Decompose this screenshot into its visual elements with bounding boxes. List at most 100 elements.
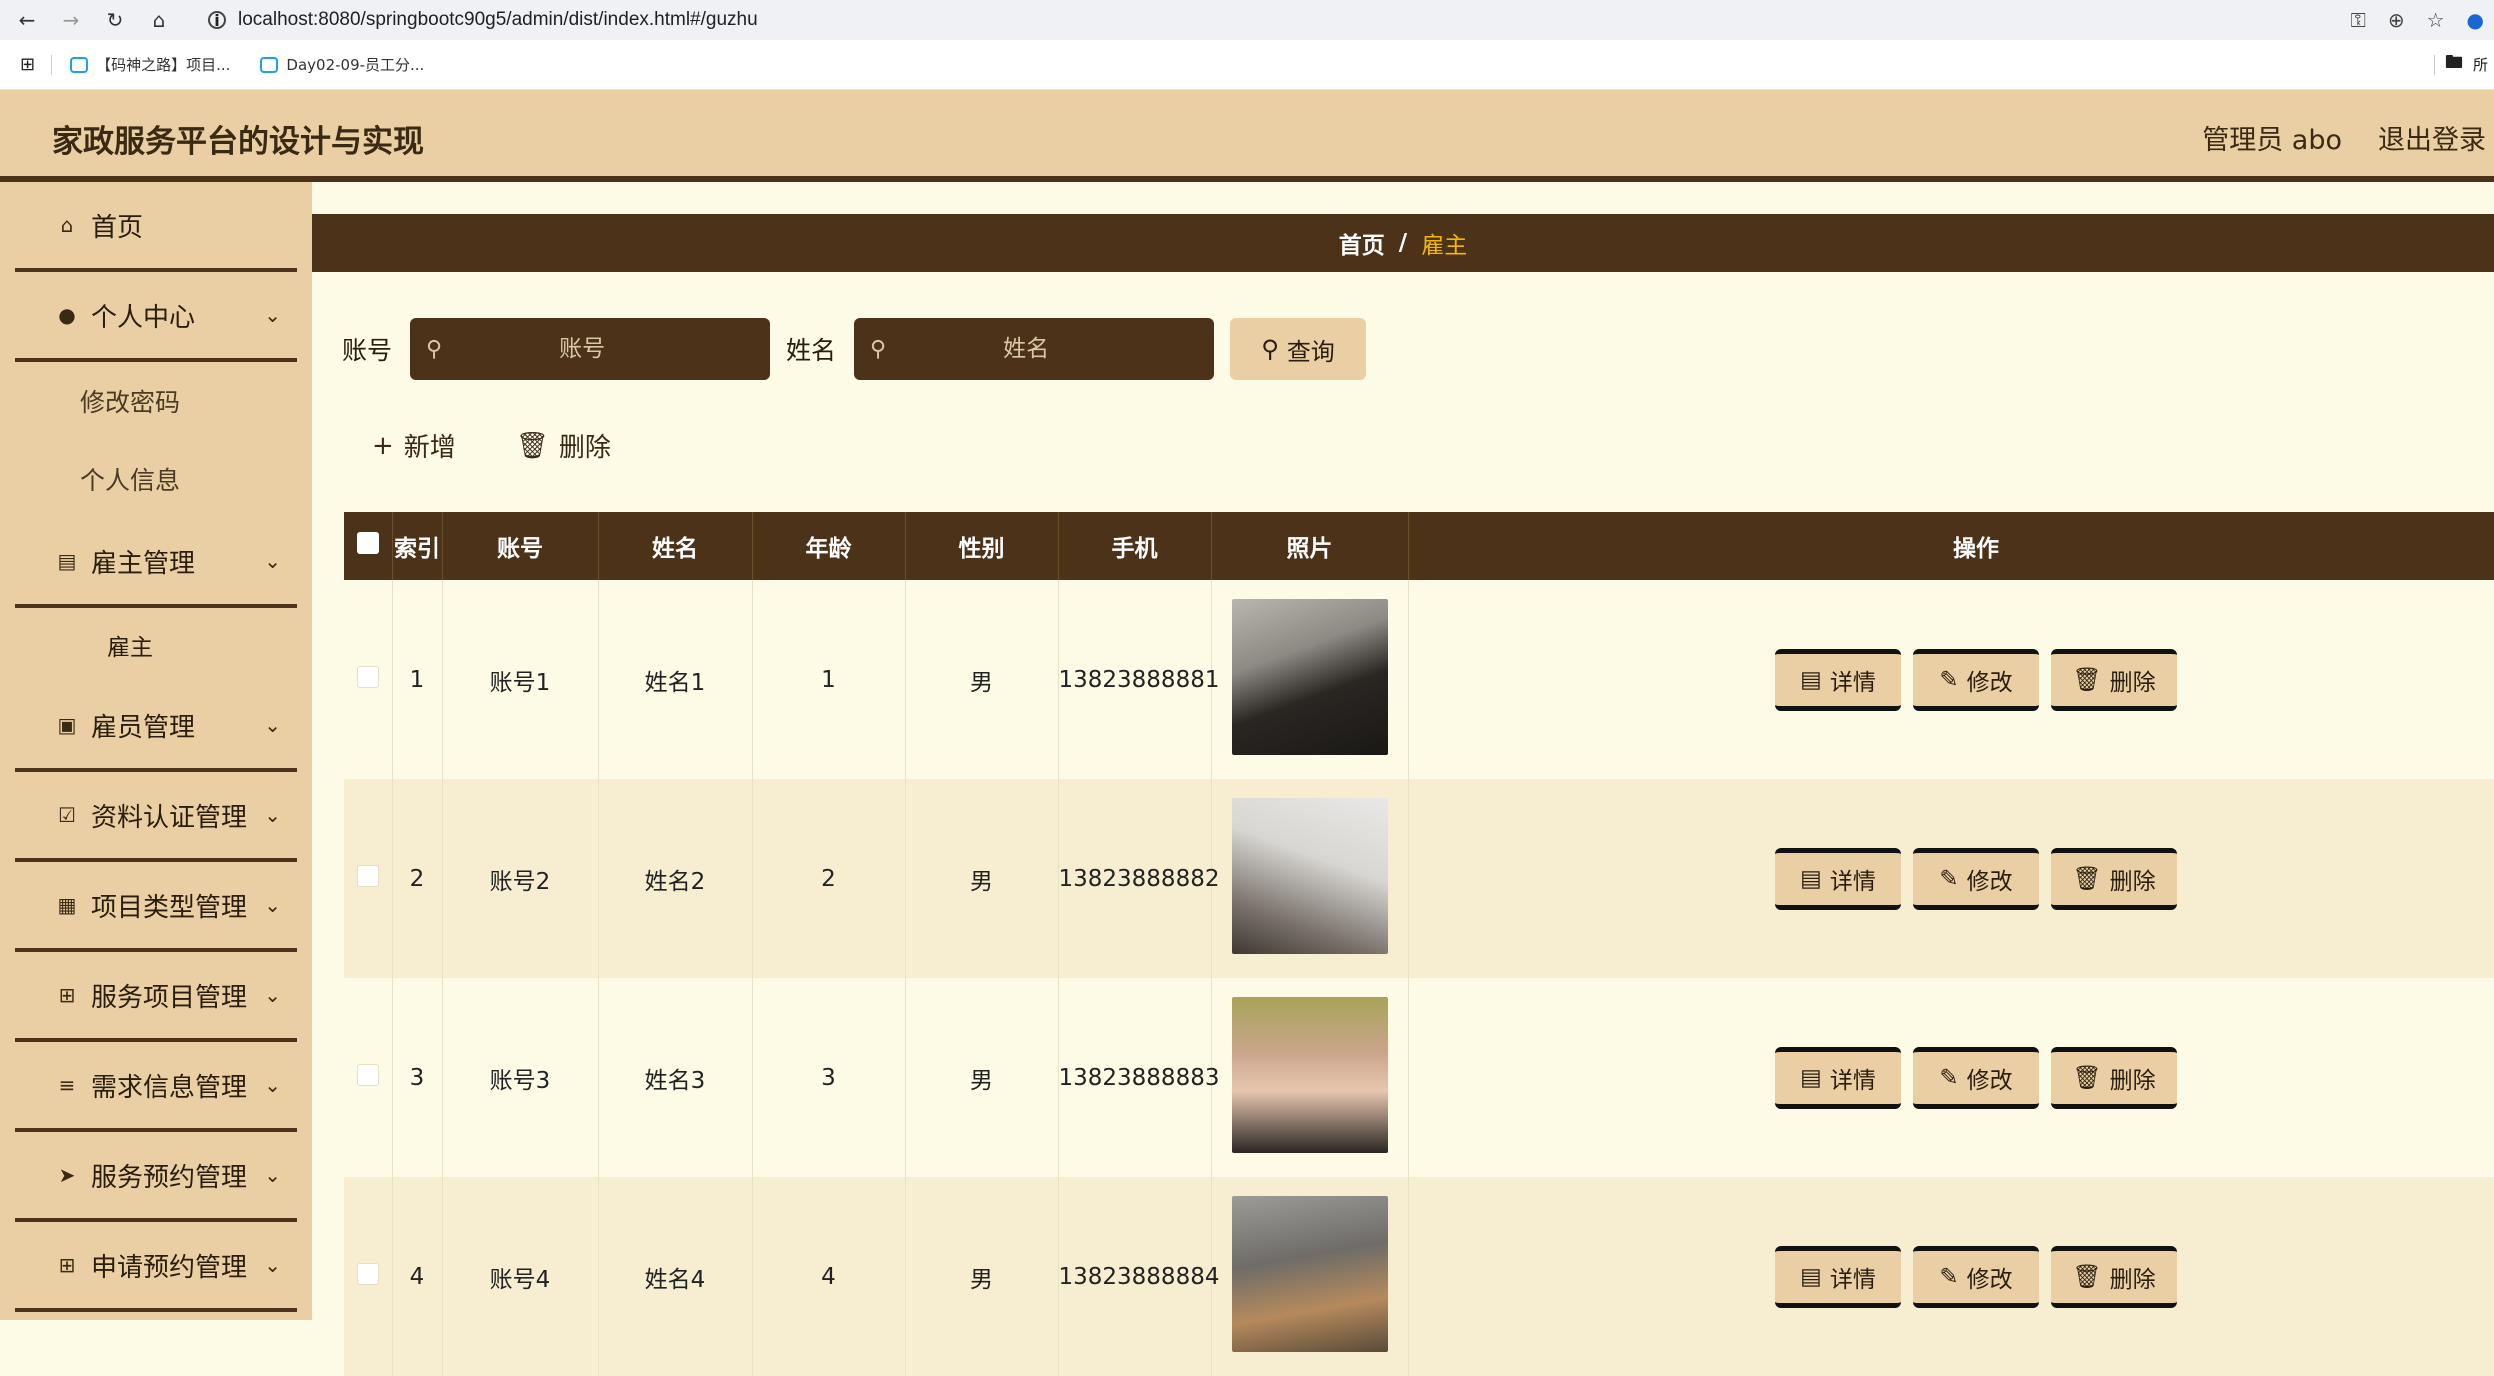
- select-all-cell: [344, 512, 393, 580]
- delete-button[interactable]: 🗑 删除: [2051, 1046, 2177, 1109]
- delete-label: 删除: [2109, 669, 2156, 696]
- cell-phone: 13823888884: [1058, 1177, 1219, 1376]
- briefcase-icon: ▣: [57, 713, 77, 737]
- batch-delete-button[interactable]: 🗑 删除: [516, 427, 611, 464]
- zoom-icon[interactable]: ⊕: [2388, 8, 2405, 32]
- account-input[interactable]: [442, 336, 723, 362]
- app-title: 家政服务平台的设计与实现: [52, 124, 424, 160]
- pencil-icon: ✎: [1939, 865, 1959, 892]
- chart-icon: ▤: [57, 549, 77, 573]
- breadcrumb-home[interactable]: 首页: [1339, 226, 1385, 260]
- delete-label: 删除: [558, 433, 611, 463]
- name-label: 姓名: [786, 336, 837, 365]
- add-button[interactable]: + 新增: [372, 427, 456, 464]
- document-icon: ▤: [1800, 666, 1822, 693]
- column-header: 账号: [442, 512, 599, 580]
- bookmark-item[interactable]: Day02-09-员工分...: [260, 54, 424, 75]
- row-checkbox[interactable]: [356, 1262, 379, 1285]
- name-search-box[interactable]: ⚲: [854, 318, 1215, 380]
- breadcrumb-current: 雇主: [1421, 233, 1468, 259]
- folder-icon[interactable]: 🖿: [2445, 50, 2463, 80]
- row-checkbox[interactable]: [356, 665, 379, 688]
- detail-label: 详情: [1829, 1067, 1876, 1094]
- employer-photo[interactable]: [1231, 1195, 1388, 1352]
- account-search-box[interactable]: ⚲: [410, 318, 771, 380]
- cell-operations: ▤ 详情 ✎ 修改 🗑 删除: [1408, 1177, 2494, 1376]
- edit-button[interactable]: ✎ 修改: [1913, 1046, 2039, 1109]
- search-form: 账号 ⚲ 姓名 ⚲ ⚲ 查询: [342, 318, 1367, 380]
- bookmark-item[interactable]: 【码神之路】项目...: [70, 54, 230, 75]
- sidebar-item-service-booking-management[interactable]: ➤ 服务预约管理 ⌄: [15, 1132, 297, 1222]
- edit-button[interactable]: ✎ 修改: [1913, 1245, 2039, 1308]
- cell-gender: 男: [905, 978, 1059, 1177]
- reload-icon[interactable]: ↻: [98, 3, 132, 37]
- query-button[interactable]: ⚲ 查询: [1230, 318, 1367, 380]
- search-icon: ⚲: [1261, 335, 1279, 363]
- apps-grid-icon[interactable]: ⊞: [20, 54, 35, 75]
- trash-icon: 🗑: [515, 430, 549, 461]
- sidebar-item-demand-info-management[interactable]: ≡ 需求信息管理 ⌄: [15, 1042, 297, 1132]
- pencil-icon: ✎: [1939, 1263, 1959, 1290]
- sidebar-subitem-employer[interactable]: 雇主: [15, 608, 297, 682]
- chevron-down-icon: ⌄: [264, 1163, 281, 1187]
- edit-button[interactable]: ✎ 修改: [1913, 648, 2039, 711]
- cell-photo: [1211, 1177, 1409, 1376]
- cell-account: 账号3: [442, 978, 599, 1177]
- name-input[interactable]: [886, 336, 1167, 362]
- column-header: 手机: [1058, 512, 1212, 580]
- trash-icon: 🗑: [2072, 1065, 2102, 1091]
- sidebar-item-home[interactable]: ⌂ 首页: [15, 182, 297, 272]
- pencil-icon: ✎: [1939, 1064, 1959, 1091]
- delete-button[interactable]: 🗑 删除: [2051, 1245, 2177, 1308]
- sidebar-subitem-change-password[interactable]: 修改密码: [15, 362, 297, 440]
- sidebar-subitem-profile[interactable]: 个人信息: [15, 440, 297, 518]
- cell-phone: 13823888882: [1058, 779, 1219, 978]
- search-icon: ⚲: [426, 336, 443, 362]
- delete-button[interactable]: 🗑 删除: [2051, 847, 2177, 910]
- all-bookmarks-label[interactable]: 所: [2473, 54, 2488, 75]
- document-icon: ▤: [1800, 1064, 1822, 1091]
- sidebar-item-personal-center[interactable]: ● 个人中心 ⌄: [15, 272, 297, 362]
- detail-label: 详情: [1829, 868, 1876, 895]
- back-icon[interactable]: ←: [10, 3, 44, 37]
- profile-icon[interactable]: ●: [2467, 8, 2484, 32]
- address-bar[interactable]: i localhost:8080/springbootc90g5/admin/d…: [190, 3, 2470, 37]
- employer-photo[interactable]: [1231, 797, 1388, 954]
- employer-photo[interactable]: [1231, 598, 1388, 755]
- sidebar-item-label: 资料认证管理: [91, 802, 248, 833]
- submenu-employer: 雇主: [15, 608, 297, 682]
- forward-icon[interactable]: →: [54, 3, 88, 37]
- edit-label: 修改: [1966, 868, 2013, 895]
- url-text[interactable]: localhost:8080/springbootc90g5/admin/dis…: [238, 9, 758, 31]
- account-label: 账号: [342, 336, 393, 365]
- sidebar-item-certification-management[interactable]: ☑ 资料认证管理 ⌄: [15, 772, 297, 862]
- chevron-down-icon: ⌄: [264, 1073, 281, 1097]
- column-header: 索引: [392, 512, 443, 580]
- cell-phone: 13823888881: [1058, 580, 1219, 779]
- site-info-icon[interactable]: i: [208, 11, 226, 30]
- sidebar-item-service-project-management[interactable]: ⊞ 服务项目管理 ⌄: [15, 952, 297, 1042]
- main-content: 首页 / 雇主 账号 ⚲ 姓名 ⚲ ⚲ 查询 + 新增 🗑 删除: [312, 182, 2494, 1376]
- employer-photo[interactable]: [1231, 996, 1388, 1153]
- detail-button[interactable]: ▤ 详情: [1775, 847, 1901, 910]
- key-icon[interactable]: ⚿: [2351, 8, 2366, 32]
- home-nav-icon[interactable]: ⌂: [142, 3, 176, 37]
- logout-link[interactable]: 退出登录: [2378, 118, 2486, 157]
- sidebar-item-employer-management[interactable]: ▤ 雇主管理 ⌄: [15, 518, 297, 608]
- star-icon[interactable]: ☆: [2427, 8, 2445, 32]
- sidebar-item-employee-management[interactable]: ▣ 雇员管理 ⌄: [15, 682, 297, 772]
- sidebar-item-apply-booking-management[interactable]: ⊞ 申请预约管理 ⌄: [15, 1222, 297, 1312]
- row-checkbox[interactable]: [356, 1063, 379, 1086]
- sidebar-item-project-type-management[interactable]: ▦ 项目类型管理 ⌄: [15, 862, 297, 952]
- detail-button[interactable]: ▤ 详情: [1775, 648, 1901, 711]
- delete-button[interactable]: 🗑 删除: [2051, 648, 2177, 711]
- detail-button[interactable]: ▤ 详情: [1775, 1245, 1901, 1308]
- select-all-checkbox[interactable]: [356, 532, 379, 554]
- cell-index: 2: [392, 779, 443, 978]
- edit-button[interactable]: ✎ 修改: [1913, 847, 2039, 910]
- detail-button[interactable]: ▤ 详情: [1775, 1046, 1901, 1109]
- cell-operations: ▤ 详情 ✎ 修改 🗑 删除: [1408, 779, 2494, 978]
- row-select-cell: [344, 1177, 393, 1376]
- row-checkbox[interactable]: [356, 864, 379, 887]
- cell-operations: ▤ 详情 ✎ 修改 🗑 删除: [1408, 580, 2494, 779]
